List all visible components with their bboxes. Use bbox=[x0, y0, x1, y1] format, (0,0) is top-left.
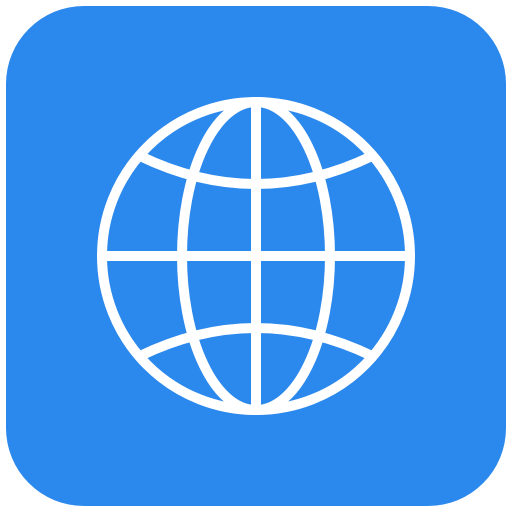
globe-icon bbox=[97, 97, 415, 415]
app-icon-canvas bbox=[0, 0, 512, 512]
